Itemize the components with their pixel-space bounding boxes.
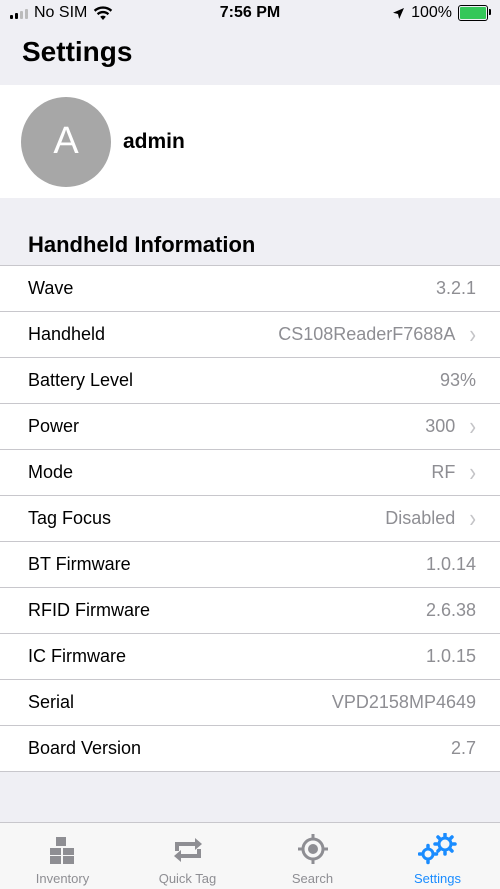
row-label: Battery Level bbox=[28, 370, 134, 390]
settings-row-serial: Serial VPD2158MP4649 bbox=[0, 680, 500, 726]
tab-search[interactable]: Search bbox=[250, 823, 375, 889]
row-right: 3.2.1 bbox=[436, 278, 476, 299]
settings-row-bt-firmware: BT Firmware 1.0.14 bbox=[0, 542, 500, 588]
tab-inventory[interactable]: Inventory bbox=[0, 823, 125, 889]
tab-label: Search bbox=[291, 871, 334, 886]
tab-label: Settings bbox=[414, 871, 461, 886]
row-label: Power bbox=[28, 416, 80, 436]
settings-row-handheld[interactable]: Handheld CS108ReaderF7688A › bbox=[0, 312, 500, 358]
chevron-right-icon: › bbox=[469, 320, 476, 349]
row-value: 2.6.38 bbox=[425, 600, 476, 620]
page-title: Settings bbox=[22, 36, 133, 67]
settings-row-rfid-firmware: RFID Firmware 2.6.38 bbox=[0, 588, 500, 634]
crosshair-icon bbox=[297, 834, 328, 864]
chevron-right-icon: › bbox=[469, 504, 476, 533]
settings-row-board-version: Board Version 2.7 bbox=[0, 726, 500, 772]
tab-settings[interactable]: Settings bbox=[375, 823, 500, 889]
settings-row-wave: Wave 3.2.1 bbox=[0, 266, 500, 312]
row-right: CS108ReaderF7688A › bbox=[278, 320, 476, 349]
row-value: 300 bbox=[425, 416, 456, 436]
row-right: 1.0.15 bbox=[426, 646, 476, 667]
settings-row-power[interactable]: Power 300 › bbox=[0, 404, 500, 450]
row-right: 1.0.14 bbox=[426, 554, 476, 575]
row-right: RF › bbox=[431, 458, 476, 487]
row-right: Disabled › bbox=[385, 504, 476, 533]
row-value: Disabled bbox=[385, 508, 456, 528]
row-value: 3.2.1 bbox=[435, 278, 476, 298]
row-value: 1.0.14 bbox=[425, 554, 476, 574]
repeat-icon bbox=[173, 838, 202, 862]
row-value: RF bbox=[431, 462, 456, 482]
row-value: 2.7 bbox=[450, 738, 476, 758]
row-label: Handheld bbox=[28, 324, 106, 344]
tab-quick-tag[interactable]: Quick Tag bbox=[125, 823, 250, 889]
row-label: Wave bbox=[28, 278, 74, 298]
battery-fill bbox=[460, 7, 486, 19]
row-label: IC Firmware bbox=[28, 646, 126, 666]
settings-row-ic-firmware: IC Firmware 1.0.15 bbox=[0, 634, 500, 680]
settings-row-battery-level: Battery Level 93% bbox=[0, 358, 500, 404]
username: admin bbox=[123, 129, 185, 153]
battery-icon bbox=[458, 5, 491, 21]
tab-bar: Inventory Quick Tag Search Settings bbox=[0, 822, 500, 889]
row-right: 300 › bbox=[425, 412, 476, 441]
tab-label: Quick Tag bbox=[158, 871, 217, 886]
row-label: Tag Focus bbox=[28, 508, 112, 528]
row-value: 93% bbox=[439, 370, 476, 390]
status-bar: No SIM 7:56 PM 100% bbox=[0, 0, 500, 30]
chevron-right-icon: › bbox=[469, 458, 476, 487]
row-label: Mode bbox=[28, 462, 74, 482]
row-right: 2.6.38 bbox=[426, 600, 476, 621]
settings-row-mode[interactable]: Mode RF › bbox=[0, 450, 500, 496]
handheld-info-list: Wave 3.2.1 Handheld CS108ReaderF7688A › Batte… bbox=[0, 265, 500, 772]
profile-card[interactable]: A admin bbox=[0, 85, 500, 198]
row-value: VPD2158MP4649 bbox=[331, 692, 476, 712]
row-label: Serial bbox=[28, 692, 75, 712]
chevron-right-icon: › bbox=[469, 412, 476, 441]
row-value: 1.0.15 bbox=[425, 646, 476, 666]
row-value: CS108ReaderF7688A bbox=[278, 324, 456, 344]
row-label: Board Version bbox=[28, 738, 142, 758]
boxes-icon bbox=[49, 837, 74, 864]
location-arrow-icon bbox=[393, 7, 405, 19]
tab-label: Inventory bbox=[35, 871, 90, 886]
row-right: 93% bbox=[440, 370, 476, 391]
row-label: BT Firmware bbox=[28, 554, 131, 574]
gears-icon bbox=[417, 833, 457, 865]
battery-percent: 100% bbox=[411, 4, 452, 21]
row-label: RFID Firmware bbox=[28, 600, 150, 620]
avatar: A bbox=[21, 96, 111, 187]
settings-row-tag-focus[interactable]: Tag Focus Disabled › bbox=[0, 496, 500, 542]
row-right: 2.7 bbox=[451, 738, 476, 759]
section-title: Handheld Information bbox=[28, 232, 256, 257]
row-right: VPD2158MP4649 bbox=[332, 692, 476, 713]
status-right: 100% bbox=[392, 4, 491, 22]
